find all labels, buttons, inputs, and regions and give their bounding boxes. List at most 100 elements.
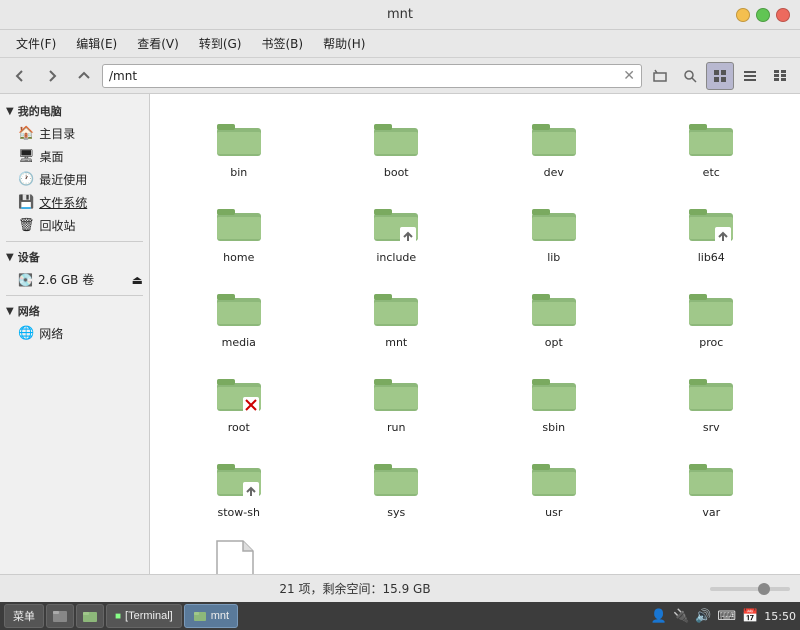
slider-track[interactable] — [710, 587, 790, 591]
file-icon — [215, 539, 263, 574]
list-view-button[interactable] — [736, 62, 764, 90]
calendar-icon: 📅 — [742, 609, 758, 624]
section-my-computer[interactable]: ▼ 我的电脑 — [0, 100, 149, 122]
compact-view-button[interactable] — [766, 62, 794, 90]
file-item[interactable]: media — [160, 274, 318, 359]
file-item[interactable]: dev — [475, 104, 633, 189]
menu-view[interactable]: 查看(V) — [129, 33, 187, 54]
sidebar-item-network[interactable]: 🌐 网络 — [0, 322, 149, 345]
menu-file[interactable]: 文件(F) — [8, 33, 64, 54]
status-text: 21 项，剩余空间：15.9 GB — [10, 580, 700, 597]
file-label: include — [376, 251, 416, 264]
icon-view-button[interactable] — [706, 62, 734, 90]
file-label: srv — [703, 421, 720, 434]
file-item[interactable]: home — [160, 189, 318, 274]
folder-icon — [530, 369, 578, 417]
taskbar-terminal[interactable]: ■ [Terminal] — [106, 604, 182, 628]
folder-icon — [215, 369, 263, 417]
maximize-button[interactable] — [756, 8, 770, 22]
file-item[interactable]: stow-sh — [160, 444, 318, 529]
path-clear-button[interactable]: ✕ — [623, 68, 635, 84]
file-label: home — [223, 251, 254, 264]
section-network[interactable]: ▼ 网络 — [0, 300, 149, 322]
sidebar-item-filesystem[interactable]: 💾 文件系统 — [0, 191, 149, 214]
file-item[interactable]: init — [160, 529, 318, 574]
file-item[interactable]: run — [318, 359, 476, 444]
file-label: var — [702, 506, 720, 519]
sidebar-divider-2 — [6, 295, 143, 296]
file-item[interactable]: opt — [475, 274, 633, 359]
apps-button[interactable]: 菜单 — [4, 604, 44, 628]
mnt-label: mnt — [211, 610, 229, 622]
file-item[interactable]: sys — [318, 444, 476, 529]
file-item[interactable]: bin — [160, 104, 318, 189]
menu-edit[interactable]: 编辑(E) — [68, 33, 125, 54]
file-label: etc — [703, 166, 720, 179]
section-devices[interactable]: ▼ 设备 — [0, 246, 149, 268]
taskbar-filemanager-icon[interactable] — [46, 604, 74, 628]
file-item[interactable]: root — [160, 359, 318, 444]
file-item[interactable]: srv — [633, 359, 791, 444]
path-text: /mnt — [109, 69, 623, 83]
file-label: run — [387, 421, 405, 434]
file-label: usr — [545, 506, 562, 519]
titlebar: mnt — [0, 0, 800, 30]
folder-icon — [530, 284, 578, 332]
terminal-label: [Terminal] — [125, 610, 173, 622]
taskbar-mnt[interactable]: mnt — [184, 604, 238, 628]
file-label: boot — [384, 166, 409, 179]
folder-icon — [215, 284, 263, 332]
taskbar-folder-icon[interactable] — [76, 604, 104, 628]
file-item[interactable]: usr — [475, 444, 633, 529]
section-arrow: ▼ — [6, 106, 14, 117]
volume-icon: 💽 — [18, 273, 33, 287]
recent-icon: 🕐 — [18, 172, 34, 187]
forward-button[interactable] — [38, 62, 66, 90]
file-label: stow-sh — [218, 506, 260, 519]
close-button[interactable] — [776, 8, 790, 22]
folder-icon — [687, 369, 735, 417]
folder-icon — [372, 454, 420, 502]
file-item[interactable]: lib64 — [633, 189, 791, 274]
file-label: proc — [699, 336, 723, 349]
menu-goto[interactable]: 转到(G) — [191, 33, 250, 54]
file-item[interactable]: include — [318, 189, 476, 274]
user-icon: 👤 — [651, 609, 667, 624]
slider-thumb[interactable] — [758, 583, 770, 595]
menu-help[interactable]: 帮助(H) — [315, 33, 373, 54]
folder-icon — [530, 199, 578, 247]
folder-icon — [687, 284, 735, 332]
sidebar-item-desktop[interactable]: 🖥 桌面 — [0, 145, 149, 168]
folder-icon — [215, 114, 263, 162]
file-item[interactable]: proc — [633, 274, 791, 359]
file-item[interactable]: mnt — [318, 274, 476, 359]
sidebar-item-recent[interactable]: 🕐 最近使用 — [0, 168, 149, 191]
zoom-slider[interactable] — [710, 587, 790, 591]
trash-icon: 🗑 — [18, 218, 35, 233]
sidebar-item-home[interactable]: 🏠 主目录 — [0, 122, 149, 145]
back-button[interactable] — [6, 62, 34, 90]
sound-icon: 🔊 — [695, 609, 711, 624]
file-area[interactable]: bin boot dev etc home include lib — [150, 94, 800, 574]
sidebar-item-trash[interactable]: 🗑 回收站 — [0, 214, 149, 237]
sidebar-item-volume[interactable]: 💽 2.6 GB 卷 ⏏ — [0, 268, 149, 291]
file-item[interactable]: etc — [633, 104, 791, 189]
eject-button[interactable]: ⏏ — [132, 273, 143, 287]
file-label: dev — [544, 166, 564, 179]
embed-button[interactable] — [646, 62, 674, 90]
file-item[interactable]: lib — [475, 189, 633, 274]
search-button[interactable] — [676, 62, 704, 90]
path-bar[interactable]: /mnt ✕ — [102, 64, 642, 88]
menu-bookmarks[interactable]: 书签(B) — [253, 33, 311, 54]
network-icon: 🌐 — [18, 326, 34, 341]
filesystem-icon: 💾 — [18, 195, 34, 210]
folder-icon — [530, 114, 578, 162]
file-label: bin — [230, 166, 247, 179]
file-item[interactable]: sbin — [475, 359, 633, 444]
file-label: sys — [387, 506, 405, 519]
file-item[interactable]: var — [633, 444, 791, 529]
file-label: opt — [545, 336, 563, 349]
up-button[interactable] — [70, 62, 98, 90]
minimize-button[interactable] — [736, 8, 750, 22]
file-item[interactable]: boot — [318, 104, 476, 189]
